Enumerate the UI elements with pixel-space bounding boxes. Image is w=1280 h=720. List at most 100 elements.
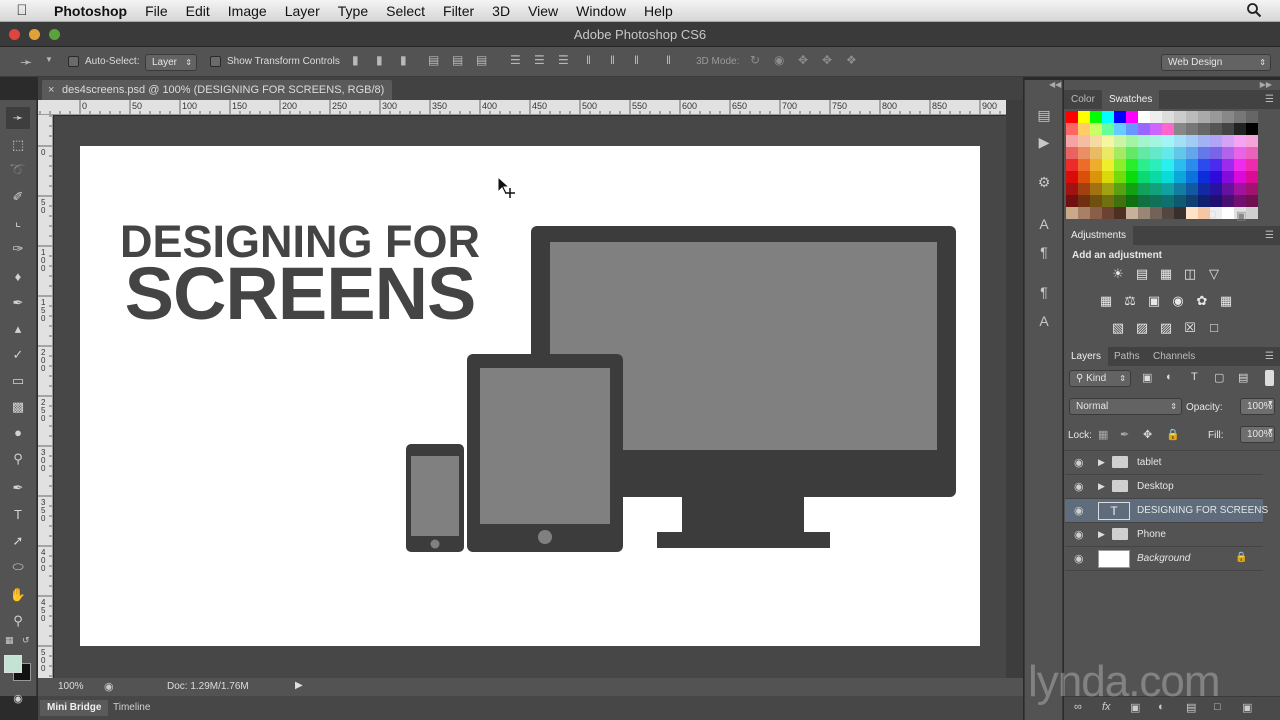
swatch[interactable]	[1210, 183, 1222, 195]
3d-roll-icon[interactable]: ◉	[774, 53, 784, 67]
tab-timeline[interactable]: Timeline	[113, 700, 150, 716]
filter-adjustment-icon[interactable]: ◐	[1166, 371, 1173, 383]
spotlight-search-icon[interactable]	[1246, 2, 1262, 18]
channel-mixer-icon[interactable]: ✿	[1194, 293, 1210, 309]
character-panel-icon[interactable]: A	[1033, 213, 1055, 235]
visibility-eye-icon[interactable]: ◉	[1074, 456, 1084, 469]
swatch[interactable]	[1114, 207, 1126, 219]
brush-tool-icon[interactable]: ✒	[6, 292, 30, 314]
menu-select[interactable]: Select	[377, 3, 434, 19]
panel-menu-icon[interactable]: ☰	[1265, 230, 1274, 241]
swatch[interactable]	[1114, 183, 1126, 195]
swatch[interactable]	[1138, 147, 1150, 159]
swatch[interactable]	[1114, 147, 1126, 159]
swatch[interactable]	[1126, 111, 1138, 123]
swatch[interactable]	[1234, 147, 1246, 159]
swatch[interactable]	[1138, 195, 1150, 207]
distribute-hcenter-icon[interactable]: ‖	[610, 53, 615, 67]
vertical-ruler[interactable]: 050100150200250300350400450500	[38, 115, 53, 678]
eyedropper-tool-icon[interactable]: ✑	[6, 238, 30, 260]
swatch[interactable]	[1246, 159, 1258, 171]
vibrance-icon[interactable]: ▽	[1206, 266, 1222, 282]
swatch[interactable]	[1090, 123, 1102, 135]
swatch[interactable]	[1222, 147, 1234, 159]
visibility-eye-icon[interactable]: ◉	[1074, 480, 1084, 493]
color-balance-icon[interactable]: ⚖	[1122, 293, 1138, 309]
distribute-bottom-icon[interactable]: ☰	[558, 53, 569, 67]
levels-icon[interactable]: ▤	[1134, 266, 1150, 282]
3d-scale-icon[interactable]: ❖	[846, 53, 857, 67]
swatch[interactable]	[1210, 171, 1222, 183]
swatch[interactable]	[1174, 171, 1186, 183]
swatch[interactable]	[1126, 171, 1138, 183]
swatch[interactable]	[1078, 171, 1090, 183]
swatch[interactable]	[1162, 171, 1174, 183]
swatch[interactable]	[1102, 183, 1114, 195]
swatch[interactable]	[1162, 207, 1174, 219]
menu-3d[interactable]: 3D	[483, 3, 519, 19]
swatch[interactable]	[1186, 207, 1198, 219]
lock-image-icon[interactable]: ✒	[1120, 428, 1129, 441]
menu-view[interactable]: View	[519, 3, 567, 19]
swatch[interactable]	[1222, 159, 1234, 171]
distribute-vcenter-icon[interactable]: ☰	[534, 53, 545, 67]
swatch[interactable]	[1210, 135, 1222, 147]
swatch[interactable]	[1246, 147, 1258, 159]
hue-saturation-icon[interactable]: ▦	[1098, 293, 1114, 309]
blend-mode-dropdown[interactable]: Normal ⇕	[1069, 398, 1182, 415]
swatch[interactable]	[1246, 195, 1258, 207]
photo-filter-icon[interactable]: ◉	[1170, 293, 1186, 309]
swatch[interactable]	[1138, 171, 1150, 183]
close-window-icon[interactable]	[9, 29, 20, 40]
swatch[interactable]	[1162, 123, 1174, 135]
swatch[interactable]	[1114, 135, 1126, 147]
swatch[interactable]	[1162, 183, 1174, 195]
zoom-level[interactable]: 100%	[58, 681, 84, 692]
swatch[interactable]	[1150, 183, 1162, 195]
swatch[interactable]	[1090, 147, 1102, 159]
swatch[interactable]	[1090, 207, 1102, 219]
swatch[interactable]	[1150, 171, 1162, 183]
swatch[interactable]	[1126, 183, 1138, 195]
swatch[interactable]	[1078, 207, 1090, 219]
app-menu[interactable]: Photoshop	[44, 3, 136, 19]
swatch[interactable]	[1246, 207, 1258, 219]
swatch[interactable]	[1126, 195, 1138, 207]
expand-dock-icon[interactable]: ▶▶	[1260, 80, 1272, 89]
swatch[interactable]	[1102, 111, 1114, 123]
swatch[interactable]	[1246, 123, 1258, 135]
swatch[interactable]	[1162, 195, 1174, 207]
exposure-icon[interactable]: ◫	[1182, 266, 1198, 282]
swatch[interactable]	[1246, 111, 1258, 123]
quick-select-tool-icon[interactable]: ✐	[6, 186, 30, 208]
auto-align-icon[interactable]: ‖	[666, 53, 671, 67]
clone-stamp-tool-icon[interactable]: ▴	[6, 318, 30, 340]
swatch[interactable]	[1138, 207, 1150, 219]
3d-drag-icon[interactable]: ✥	[798, 53, 808, 67]
posterize-icon[interactable]: ▨	[1134, 320, 1150, 336]
align-right-icon[interactable]: ▤	[476, 53, 487, 67]
quick-mask-icon[interactable]: ◉	[6, 688, 30, 710]
document-canvas[interactable]: DESIGNING FOR SCREENS	[80, 146, 980, 646]
layer-row-tablet[interactable]: ◉ ▶ tablet	[1065, 451, 1263, 475]
swatch[interactable]	[1138, 135, 1150, 147]
swatch[interactable]	[1090, 183, 1102, 195]
gradient-map-icon[interactable]: ☒	[1182, 320, 1198, 336]
expand-group-icon[interactable]: ▶	[1098, 529, 1105, 540]
selective-color-icon[interactable]: □	[1206, 320, 1222, 336]
swatch[interactable]	[1066, 159, 1078, 171]
swatch[interactable]	[1138, 111, 1150, 123]
tab-layers[interactable]: Layers	[1064, 347, 1109, 366]
swatch[interactable]	[1210, 111, 1222, 123]
swatch[interactable]	[1114, 171, 1126, 183]
status-menu-arrow-icon[interactable]: ▶	[295, 680, 303, 691]
swatch[interactable]	[1198, 147, 1210, 159]
swatch[interactable]	[1066, 183, 1078, 195]
swatch[interactable]	[1174, 123, 1186, 135]
swatch[interactable]	[1126, 147, 1138, 159]
swatch[interactable]	[1234, 171, 1246, 183]
minimize-window-icon[interactable]	[29, 29, 40, 40]
menu-file[interactable]: File	[136, 3, 177, 19]
swatch[interactable]	[1198, 123, 1210, 135]
eraser-tool-icon[interactable]: ▭	[6, 370, 30, 392]
